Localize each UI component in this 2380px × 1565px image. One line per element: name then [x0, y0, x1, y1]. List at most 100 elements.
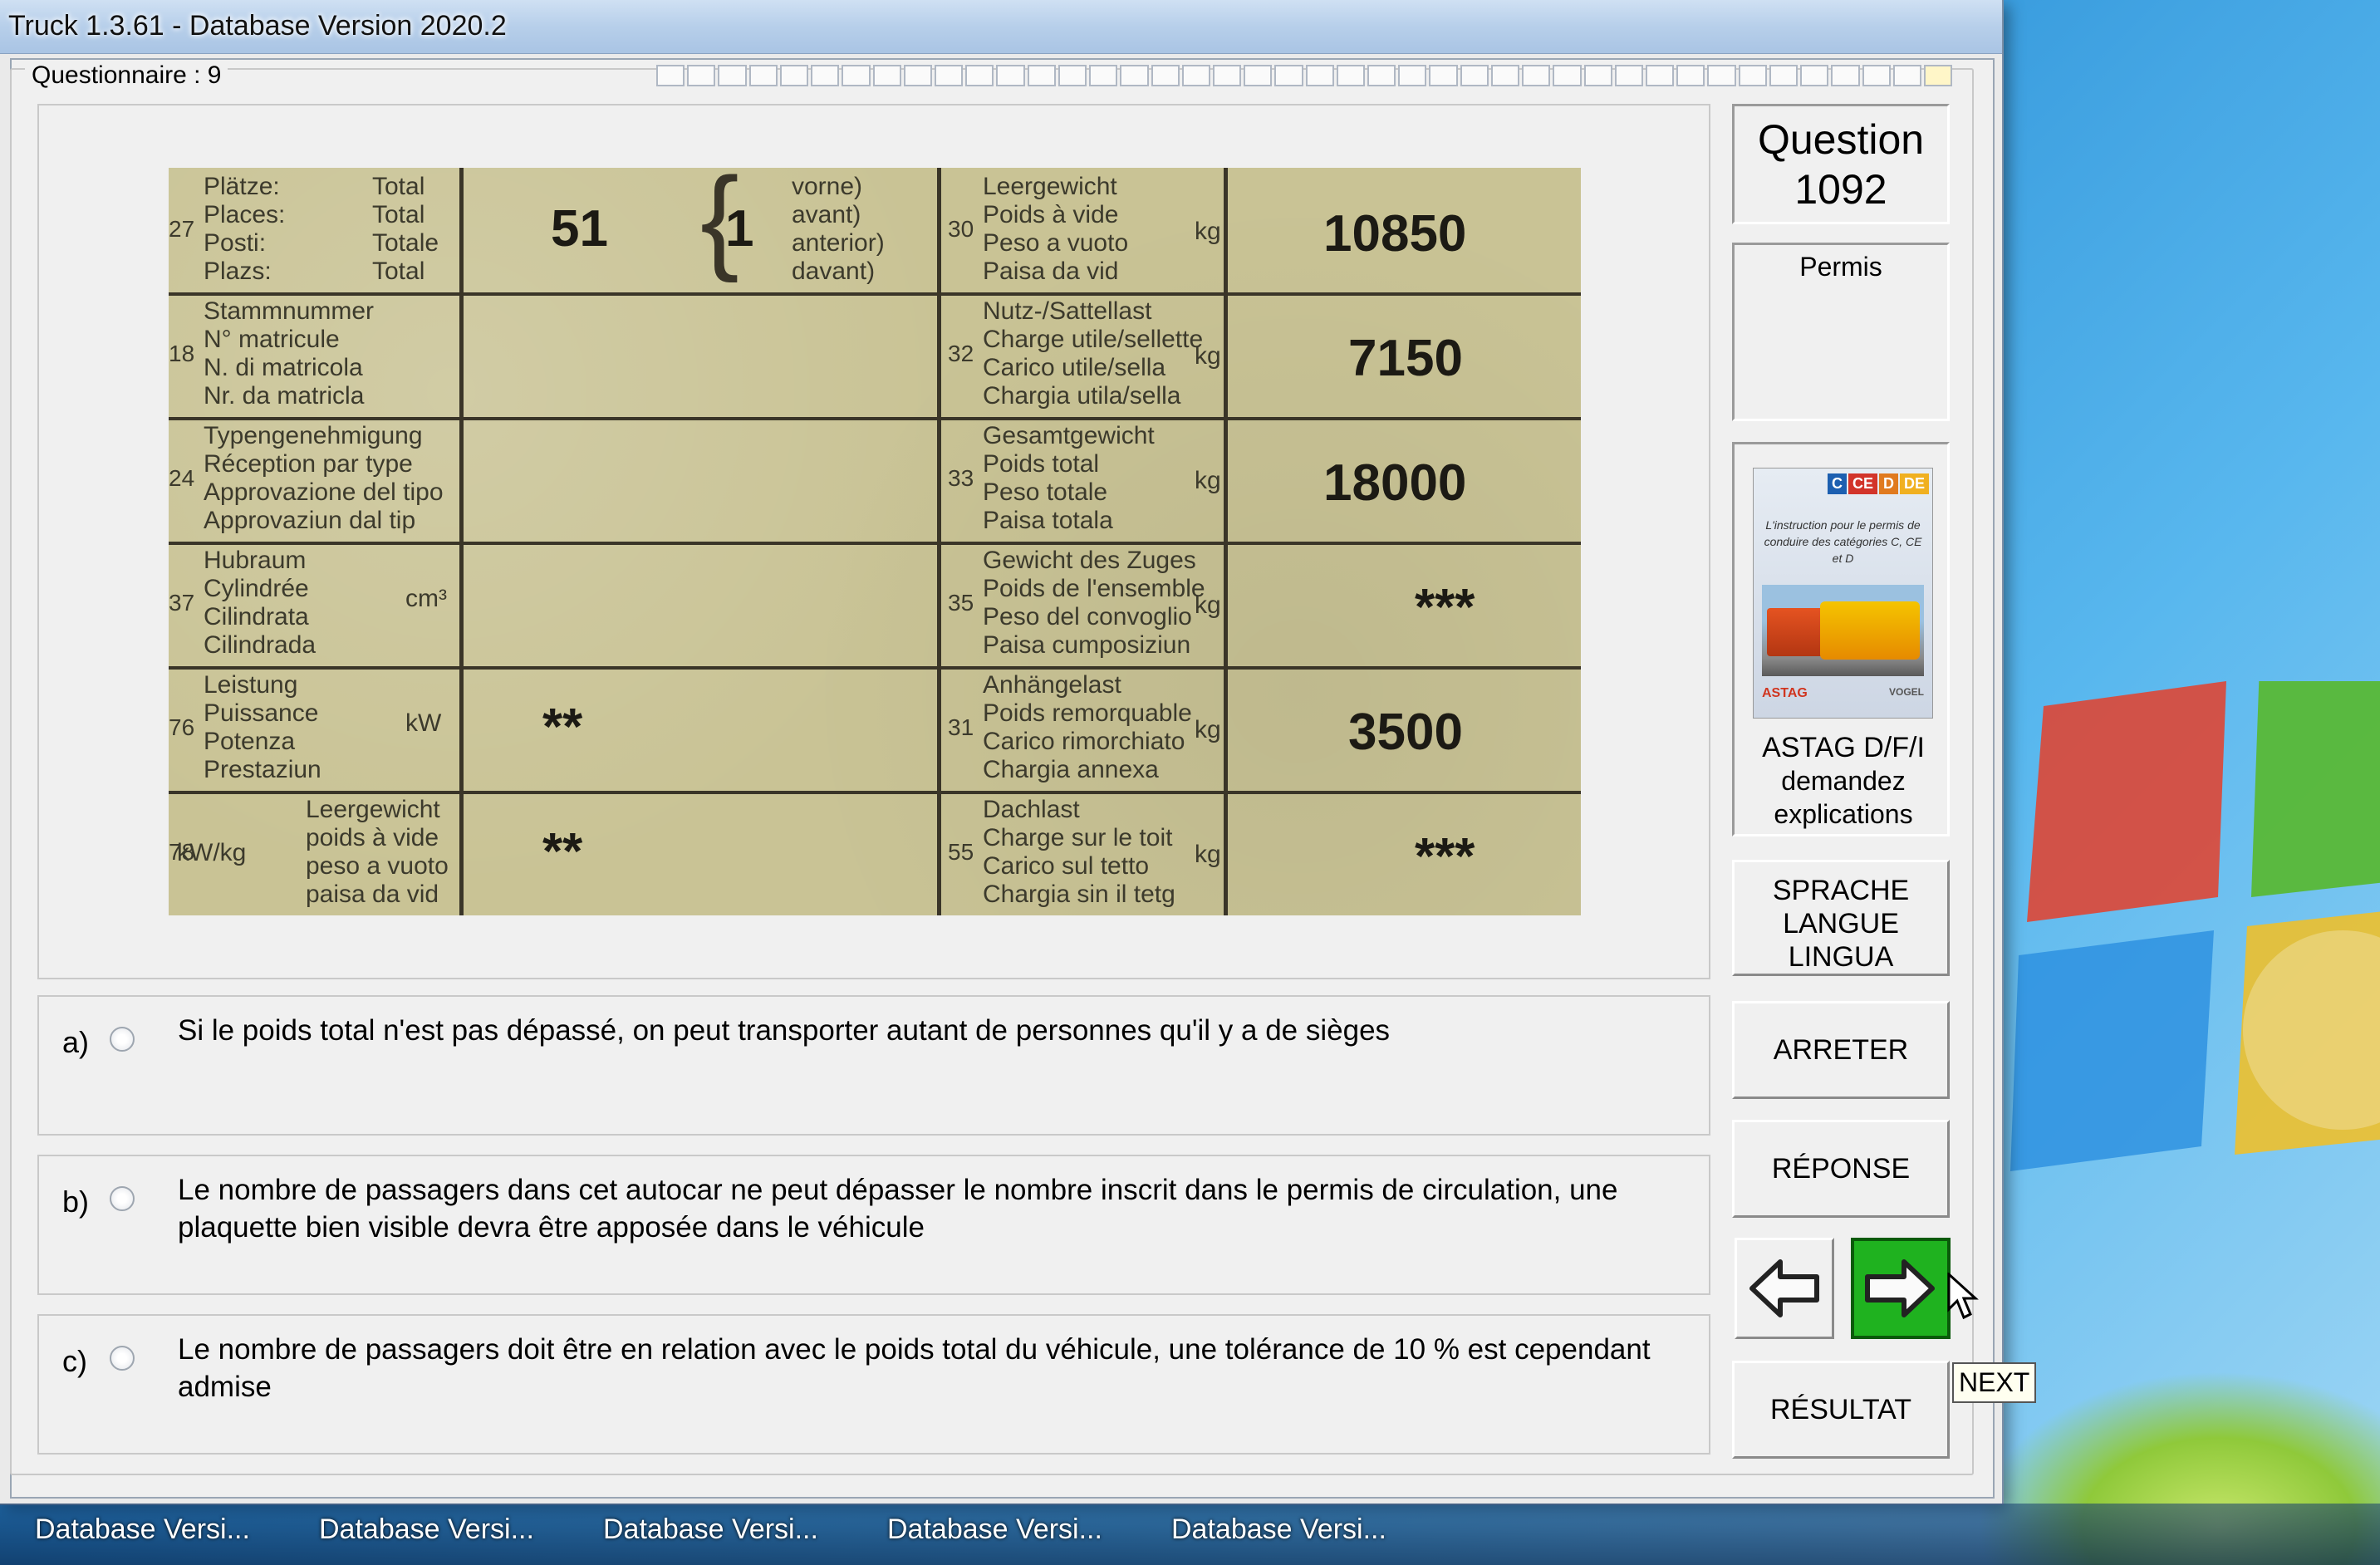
- field-code: 33: [948, 465, 974, 491]
- field-code: 30: [948, 216, 974, 242]
- field-label: Carico utile/sella: [983, 354, 1166, 381]
- progress-cell: [965, 65, 994, 86]
- field-label: Total: [372, 201, 425, 228]
- progress-cell: [1738, 65, 1767, 86]
- field-label: Charge sur le toit: [983, 824, 1173, 851]
- progress-cell: [1769, 65, 1798, 86]
- language-label: LINGUA: [1788, 941, 1894, 973]
- field-label: Leergewicht: [983, 173, 1117, 200]
- field-unit: kg: [1195, 467, 1221, 494]
- mouse-cursor-icon: [1947, 1273, 1979, 1320]
- field-label: Typengenehmigung: [204, 422, 423, 449]
- answer-radio[interactable]: [110, 1186, 135, 1211]
- book-tag: C: [1827, 473, 1847, 494]
- field-label: Chargia utila/sella: [983, 382, 1181, 410]
- vogel-logo: VOGEL: [1888, 686, 1924, 698]
- arrow-right-icon: [1865, 1259, 1935, 1317]
- progress-cell: [1089, 65, 1118, 86]
- arrow-left-icon: [1749, 1259, 1819, 1317]
- field-unit: kg: [1195, 218, 1221, 245]
- field-value: **: [542, 823, 583, 881]
- next-button[interactable]: [1851, 1238, 1951, 1339]
- answer-radio[interactable]: [110, 1027, 135, 1052]
- astag-book-button[interactable]: C CE D DE L'instruction pour le permis d…: [1732, 442, 1950, 836]
- table-hline: [169, 666, 1581, 670]
- taskbar-item[interactable]: Database Versi...: [603, 1513, 818, 1557]
- field-label: Chargia annexa: [983, 756, 1159, 783]
- book-category-tags: C CE D DE: [1827, 473, 1929, 494]
- answer-button[interactable]: RÉPONSE: [1732, 1120, 1950, 1218]
- taskbar-item[interactable]: Database Versi...: [887, 1513, 1102, 1557]
- progress-cell: [1460, 65, 1489, 86]
- question-number-box: Question 1092: [1732, 104, 1950, 224]
- field-code: 24: [169, 465, 195, 491]
- progress-cell: [1151, 65, 1180, 86]
- field-unit: kg: [1195, 591, 1221, 619]
- progress-cell: [1398, 65, 1427, 86]
- progress-cell: [1923, 65, 1953, 86]
- progress-cell: [842, 65, 871, 86]
- field-label: Approvazione del tipo: [204, 478, 444, 506]
- field-label: Leistung: [204, 671, 298, 699]
- field-label: Paisa da vid: [983, 258, 1119, 285]
- progress-cell: [1429, 65, 1458, 86]
- progress-cell: [1583, 65, 1612, 86]
- progress-cell: [1181, 65, 1210, 86]
- field-label: Gesamtgewicht: [983, 422, 1155, 449]
- stop-button[interactable]: ARRETER: [1732, 1001, 1950, 1099]
- bus-icon: [1820, 601, 1920, 660]
- book-truck-image: [1762, 585, 1924, 676]
- answer-text: Si le poids total n'est pas dépassé, on …: [178, 1014, 1391, 1047]
- field-label: Poids remorquable: [983, 699, 1192, 727]
- field-value: 1: [725, 200, 754, 258]
- field-label: N. di matricola: [204, 354, 363, 381]
- result-button[interactable]: RÉSULTAT: [1732, 1361, 1950, 1459]
- answer-c[interactable]: c) Le nombre de passagers doit être en r…: [37, 1314, 1710, 1455]
- field-label: Poids total: [983, 450, 1100, 478]
- field-label: N° matricule: [204, 326, 340, 353]
- field-label: Prestaziun: [204, 756, 321, 783]
- language-label: SPRACHE: [1772, 875, 1910, 906]
- field-label: Potenza: [204, 728, 296, 755]
- progress-cell: [1274, 65, 1303, 86]
- field-value: 51: [551, 200, 608, 258]
- progress-cell: [1676, 65, 1705, 86]
- book-tag: D: [1878, 473, 1898, 494]
- field-code: 27: [169, 216, 195, 242]
- field-label: Anhängelast: [983, 671, 1121, 699]
- field-label: Hubraum: [204, 547, 307, 574]
- field-label: Posti:: [204, 229, 267, 257]
- taskbar-item[interactable]: Database Versi...: [1171, 1513, 1386, 1557]
- title-bar[interactable]: Truck 1.3.61 - Database Version 2020.2: [0, 0, 2002, 54]
- answer-a[interactable]: a) Si le poids total n'est pas dépassé, …: [37, 995, 1710, 1136]
- field-label: vorne): [792, 173, 863, 200]
- field-label: Réception par type: [204, 450, 413, 478]
- field-value: 3500: [1348, 704, 1463, 761]
- field-label: Approvaziun dal tip: [204, 507, 416, 534]
- language-button[interactable]: SPRACHE LANGUE LINGUA: [1732, 860, 1950, 976]
- book-tag: CE: [1848, 473, 1877, 494]
- answer-text: Le nombre de passagers doit être en rela…: [178, 1333, 1651, 1403]
- table-hline: [169, 417, 1581, 420]
- progress-cell: [1367, 65, 1396, 86]
- answer-radio[interactable]: [110, 1346, 135, 1371]
- field-value: **: [542, 699, 583, 756]
- field-label: avant): [792, 201, 861, 228]
- progress-cell: [1522, 65, 1551, 86]
- taskbar-item[interactable]: Database Versi...: [319, 1513, 534, 1557]
- answer-text: Le nombre de passagers dans cet autocar …: [178, 1174, 1618, 1244]
- window-title: Truck 1.3.61 - Database Version 2020.2: [8, 10, 507, 42]
- answer-b[interactable]: b) Le nombre de passagers dans cet autoc…: [37, 1155, 1710, 1295]
- question-label: Question: [1757, 116, 1925, 163]
- taskbar-item[interactable]: Database Versi...: [35, 1513, 250, 1557]
- progress-cell: [1646, 65, 1675, 86]
- field-label: Places:: [204, 201, 286, 228]
- answer-letter: c): [62, 1344, 87, 1378]
- progress-cell: [1212, 65, 1242, 86]
- questionnaire-progress: [656, 65, 1953, 90]
- book-caption: ASTAG D/F/I demandez explications: [1735, 731, 1952, 831]
- table-hline: [169, 292, 1581, 296]
- answer-letter: a): [62, 1025, 90, 1059]
- previous-button[interactable]: [1735, 1238, 1834, 1339]
- progress-cell: [656, 65, 685, 86]
